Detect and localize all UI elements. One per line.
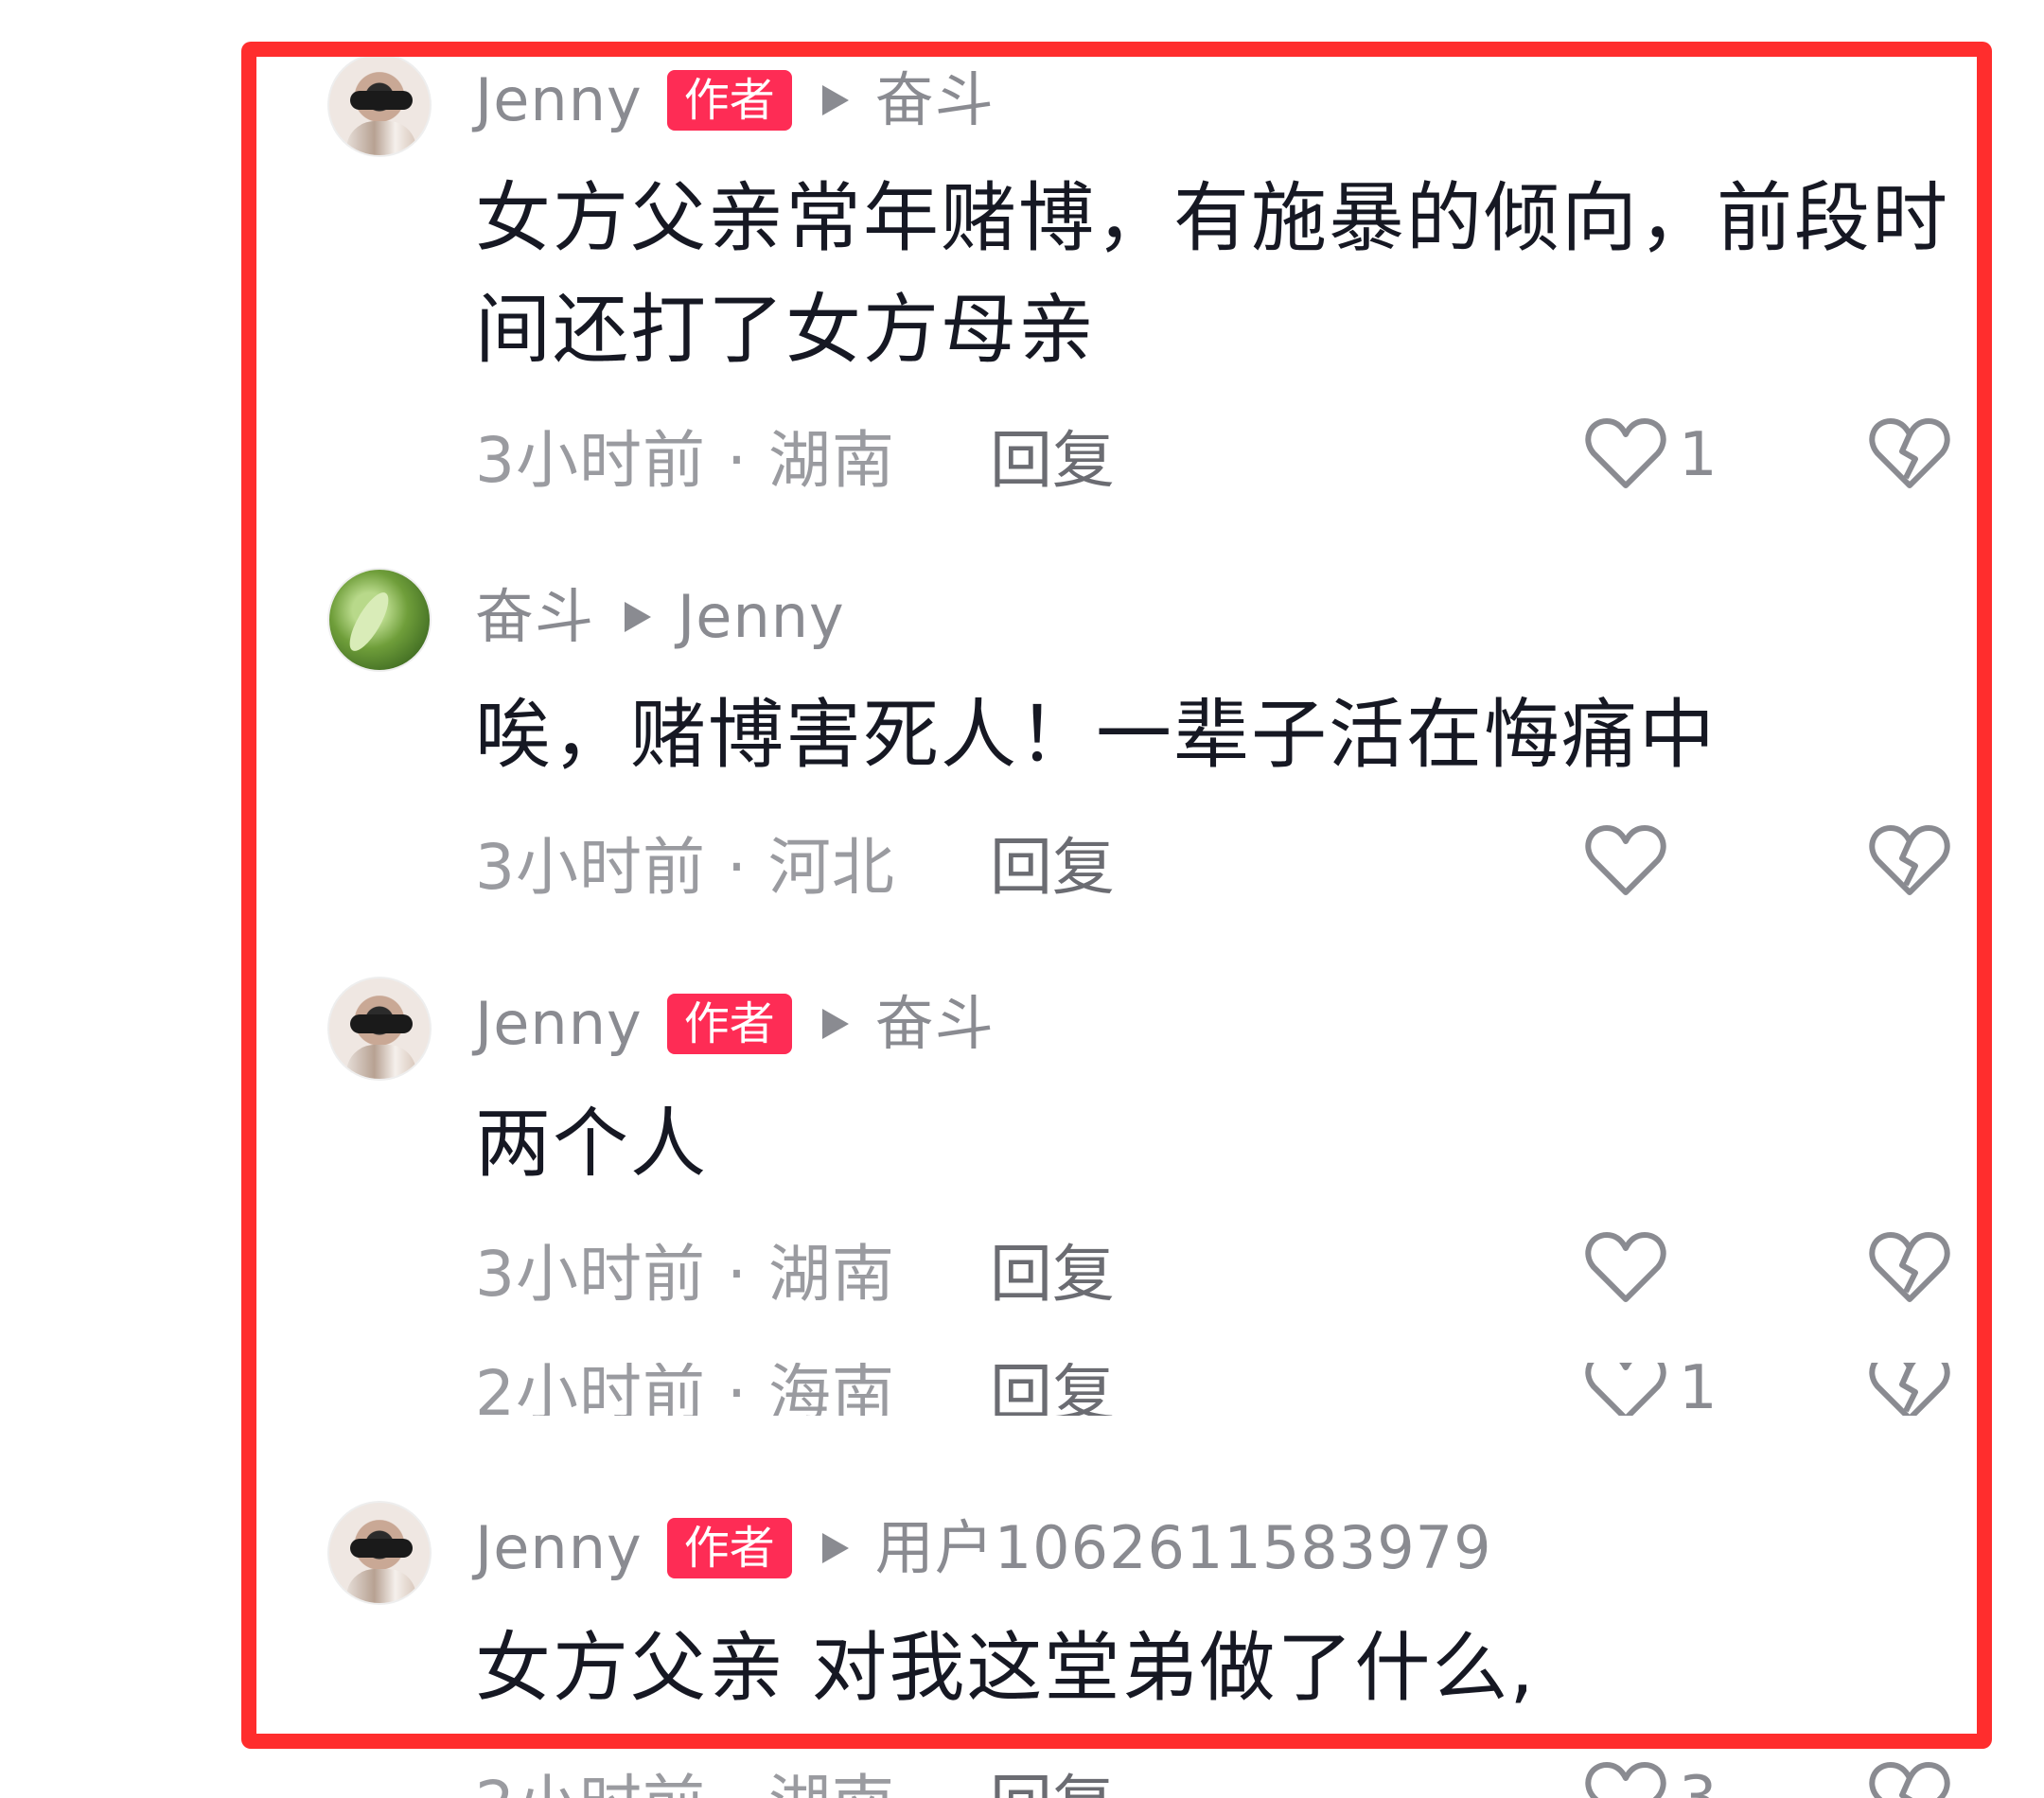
reaction-group: 1 bbox=[1584, 1363, 1951, 1416]
reply-button[interactable]: 回复 bbox=[990, 1756, 1115, 1798]
dislike-icon[interactable] bbox=[1868, 415, 1951, 495]
arrow-right-icon bbox=[625, 602, 652, 632]
reply-target-username[interactable]: 奋斗 bbox=[875, 995, 995, 1053]
timestamp-location: 2小时前 · 海南 bbox=[475, 1363, 895, 1416]
comment-text: 唉，赌博害死人！一辈子活在悔痛中 bbox=[475, 691, 1717, 779]
comment-meta: Jenny 作者 奋斗 bbox=[475, 62, 995, 138]
reply-target-username[interactable]: 用户1062611583979 bbox=[875, 1519, 1492, 1578]
avatar[interactable] bbox=[327, 53, 432, 157]
reply-target-username[interactable]: Jenny bbox=[678, 588, 845, 646]
username[interactable]: Jenny bbox=[475, 1519, 643, 1578]
reply-target-username[interactable]: 奋斗 bbox=[875, 71, 995, 130]
comment-meta: Jenny 作者 用户1062611583979 bbox=[475, 1510, 1492, 1586]
comment-text: 两个人 bbox=[475, 1100, 708, 1188]
heart-icon[interactable] bbox=[1584, 1229, 1667, 1309]
author-badge: 作者 bbox=[666, 993, 792, 1055]
dislike-icon[interactable] bbox=[1868, 822, 1951, 902]
comment-item-clipped: 2小时前 · 海南 回复 1 bbox=[0, 1363, 2044, 1416]
avatar[interactable] bbox=[327, 568, 432, 672]
heart-icon[interactable] bbox=[1584, 1759, 1667, 1798]
timestamp-location: 3小时前 · 湖南 bbox=[475, 1238, 895, 1311]
arrow-right-icon bbox=[821, 1009, 849, 1039]
comment-meta: 奋斗 Jenny bbox=[475, 579, 845, 655]
username[interactable]: Jenny bbox=[475, 995, 643, 1053]
author-badge: 作者 bbox=[666, 69, 792, 132]
reaction-group bbox=[1584, 1229, 1951, 1309]
like-count: 3 bbox=[1679, 1764, 1745, 1798]
dislike-icon[interactable] bbox=[1868, 1229, 1951, 1309]
username[interactable]: Jenny bbox=[475, 71, 643, 130]
arrow-right-icon bbox=[821, 1533, 849, 1563]
arrow-right-icon bbox=[821, 85, 849, 115]
comment-footer-clipped: 2小时前 · 湖南 回复 3 bbox=[0, 1756, 2044, 1798]
heart-icon[interactable] bbox=[1584, 1363, 1667, 1416]
comment-footer: 3小时前 · 湖南 回复 bbox=[475, 1226, 1951, 1312]
reaction-group: 1 bbox=[1584, 415, 1951, 495]
reaction-group: 3 bbox=[1584, 1759, 1951, 1798]
comment-footer: 3小时前 · 河北 回复 bbox=[475, 820, 1951, 905]
dislike-icon[interactable] bbox=[1868, 1363, 1951, 1416]
comment-footer: 3小时前 · 湖南 回复 1 bbox=[475, 413, 1951, 498]
comment-text: 女方父亲 对我这堂弟做了什么, bbox=[475, 1624, 1536, 1712]
comment-footer: 2小时前 · 湖南 回复 3 bbox=[475, 1756, 1951, 1798]
reply-button[interactable]: 回复 bbox=[990, 1363, 1115, 1416]
timestamp-location: 2小时前 · 湖南 bbox=[475, 1756, 895, 1798]
avatar[interactable] bbox=[327, 1501, 432, 1605]
like-count: 1 bbox=[1679, 1363, 1718, 1416]
timestamp-location: 3小时前 · 河北 bbox=[475, 831, 895, 904]
reaction-group bbox=[1584, 822, 1951, 902]
avatar[interactable] bbox=[327, 977, 432, 1081]
username[interactable]: 奋斗 bbox=[475, 588, 594, 646]
like-count: 1 bbox=[1679, 420, 1718, 490]
comment-text: 女方父亲常年赌博，有施暴的倾向，前段时间还打了女方母亲 bbox=[475, 174, 1949, 374]
comment-meta: Jenny 作者 奋斗 bbox=[475, 986, 995, 1062]
heart-icon[interactable] bbox=[1584, 415, 1667, 495]
reply-button[interactable]: 回复 bbox=[990, 410, 1115, 501]
timestamp-location: 3小时前 · 湖南 bbox=[475, 424, 895, 497]
heart-icon[interactable] bbox=[1584, 822, 1667, 902]
reply-button[interactable]: 回复 bbox=[990, 1224, 1115, 1314]
author-badge: 作者 bbox=[666, 1517, 792, 1579]
dislike-icon[interactable] bbox=[1868, 1759, 1951, 1798]
reply-button[interactable]: 回复 bbox=[990, 817, 1115, 908]
comment-footer: 2小时前 · 海南 回复 1 bbox=[475, 1363, 1951, 1416]
